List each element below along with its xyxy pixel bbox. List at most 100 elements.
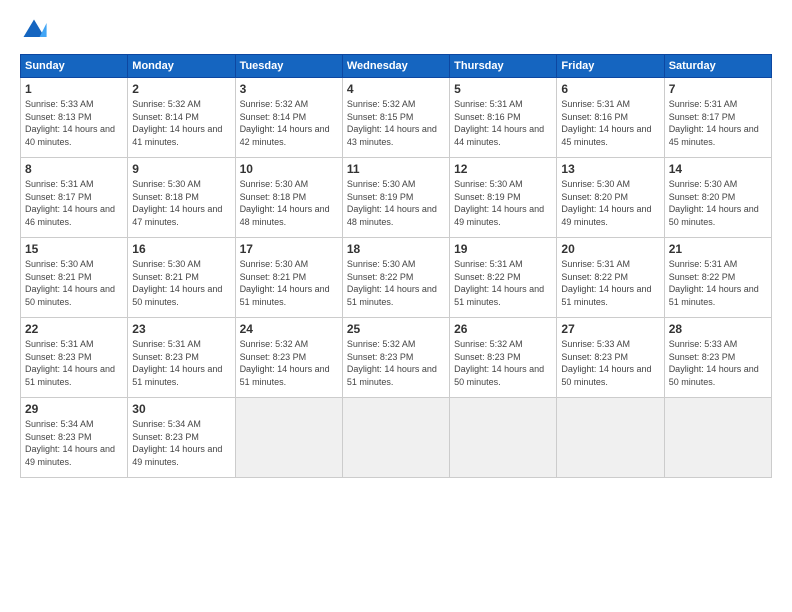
calendar-cell: 25 Sunrise: 5:32 AMSunset: 8:23 PMDayligh…	[342, 318, 449, 398]
day-info: Sunrise: 5:34 AMSunset: 8:23 PMDaylight:…	[132, 418, 230, 468]
day-number: 4	[347, 82, 445, 96]
calendar-cell: 3 Sunrise: 5:32 AMSunset: 8:14 PMDaylight…	[235, 78, 342, 158]
day-info: Sunrise: 5:31 AMSunset: 8:23 PMDaylight:…	[25, 338, 123, 388]
day-number: 19	[454, 242, 552, 256]
calendar-cell: 4 Sunrise: 5:32 AMSunset: 8:15 PMDaylight…	[342, 78, 449, 158]
day-info: Sunrise: 5:30 AMSunset: 8:19 PMDaylight:…	[347, 178, 445, 228]
day-info: Sunrise: 5:31 AMSunset: 8:22 PMDaylight:…	[561, 258, 659, 308]
weekday-header-thursday: Thursday	[450, 55, 557, 78]
weekday-header-wednesday: Wednesday	[342, 55, 449, 78]
day-number: 28	[669, 322, 767, 336]
day-info: Sunrise: 5:31 AMSunset: 8:23 PMDaylight:…	[132, 338, 230, 388]
calendar-cell: 7 Sunrise: 5:31 AMSunset: 8:17 PMDaylight…	[664, 78, 771, 158]
day-info: Sunrise: 5:32 AMSunset: 8:14 PMDaylight:…	[240, 98, 338, 148]
calendar-week-row: 22 Sunrise: 5:31 AMSunset: 8:23 PMDayligh…	[21, 318, 772, 398]
day-number: 3	[240, 82, 338, 96]
day-number: 1	[25, 82, 123, 96]
day-info: Sunrise: 5:30 AMSunset: 8:20 PMDaylight:…	[669, 178, 767, 228]
calendar-cell: 20 Sunrise: 5:31 AMSunset: 8:22 PMDayligh…	[557, 238, 664, 318]
calendar-cell: 27 Sunrise: 5:33 AMSunset: 8:23 PMDayligh…	[557, 318, 664, 398]
calendar-week-row: 1 Sunrise: 5:33 AMSunset: 8:13 PMDaylight…	[21, 78, 772, 158]
calendar-cell	[342, 398, 449, 478]
day-number: 13	[561, 162, 659, 176]
day-info: Sunrise: 5:32 AMSunset: 8:23 PMDaylight:…	[347, 338, 445, 388]
calendar-cell	[664, 398, 771, 478]
calendar-cell: 26 Sunrise: 5:32 AMSunset: 8:23 PMDayligh…	[450, 318, 557, 398]
weekday-header-saturday: Saturday	[664, 55, 771, 78]
day-number: 26	[454, 322, 552, 336]
calendar-cell: 15Sunrise: 5:30 AMSunset: 8:21 PMDayligh…	[21, 238, 128, 318]
calendar-cell: 16 Sunrise: 5:30 AMSunset: 8:21 PMDayligh…	[128, 238, 235, 318]
day-number: 22	[25, 322, 123, 336]
header	[20, 16, 772, 44]
day-number: 24	[240, 322, 338, 336]
weekday-header-tuesday: Tuesday	[235, 55, 342, 78]
day-number: 14	[669, 162, 767, 176]
calendar-cell: 10Sunrise: 5:30 AMSunset: 8:18 PMDayligh…	[235, 158, 342, 238]
day-info: Sunrise: 5:33 AMSunset: 8:23 PMDaylight:…	[561, 338, 659, 388]
weekday-header-row: SundayMondayTuesdayWednesdayThursdayFrid…	[21, 55, 772, 78]
calendar-week-row: 8Sunrise: 5:31 AMSunset: 8:17 PMDaylight…	[21, 158, 772, 238]
day-number: 6	[561, 82, 659, 96]
calendar-cell: 17 Sunrise: 5:30 AMSunset: 8:21 PMDayligh…	[235, 238, 342, 318]
calendar-cell: 6 Sunrise: 5:31 AMSunset: 8:16 PMDaylight…	[557, 78, 664, 158]
day-number: 11	[347, 162, 445, 176]
calendar-cell: 11 Sunrise: 5:30 AMSunset: 8:19 PMDayligh…	[342, 158, 449, 238]
weekday-header-sunday: Sunday	[21, 55, 128, 78]
day-number: 2	[132, 82, 230, 96]
calendar-cell: 23 Sunrise: 5:31 AMSunset: 8:23 PMDayligh…	[128, 318, 235, 398]
day-info: Sunrise: 5:31 AMSunset: 8:16 PMDaylight:…	[561, 98, 659, 148]
day-info: Sunrise: 5:30 AMSunset: 8:21 PMDaylight:…	[25, 258, 123, 308]
day-info: Sunrise: 5:31 AMSunset: 8:22 PMDaylight:…	[454, 258, 552, 308]
calendar-cell: 8Sunrise: 5:31 AMSunset: 8:17 PMDaylight…	[21, 158, 128, 238]
calendar-cell: 28 Sunrise: 5:33 AMSunset: 8:23 PMDayligh…	[664, 318, 771, 398]
calendar-cell: 13 Sunrise: 5:30 AMSunset: 8:20 PMDayligh…	[557, 158, 664, 238]
day-info: Sunrise: 5:32 AMSunset: 8:14 PMDaylight:…	[132, 98, 230, 148]
calendar-week-row: 29 Sunrise: 5:34 AMSunset: 8:23 PMDayligh…	[21, 398, 772, 478]
day-number: 18	[347, 242, 445, 256]
day-number: 23	[132, 322, 230, 336]
day-info: Sunrise: 5:30 AMSunset: 8:22 PMDaylight:…	[347, 258, 445, 308]
day-info: Sunrise: 5:31 AMSunset: 8:17 PMDaylight:…	[669, 98, 767, 148]
day-number: 8	[25, 162, 123, 176]
calendar-cell: 2 Sunrise: 5:32 AMSunset: 8:14 PMDaylight…	[128, 78, 235, 158]
calendar-body: 1 Sunrise: 5:33 AMSunset: 8:13 PMDaylight…	[21, 78, 772, 478]
calendar-cell: 21Sunrise: 5:31 AMSunset: 8:22 PMDayligh…	[664, 238, 771, 318]
calendar-header: SundayMondayTuesdayWednesdayThursdayFrid…	[21, 55, 772, 78]
day-number: 29	[25, 402, 123, 416]
weekday-header-friday: Friday	[557, 55, 664, 78]
day-number: 30	[132, 402, 230, 416]
day-info: Sunrise: 5:33 AMSunset: 8:23 PMDaylight:…	[669, 338, 767, 388]
calendar-week-row: 15Sunrise: 5:30 AMSunset: 8:21 PMDayligh…	[21, 238, 772, 318]
day-info: Sunrise: 5:32 AMSunset: 8:23 PMDaylight:…	[240, 338, 338, 388]
calendar-cell	[235, 398, 342, 478]
calendar-cell: 5 Sunrise: 5:31 AMSunset: 8:16 PMDaylight…	[450, 78, 557, 158]
day-number: 9	[132, 162, 230, 176]
day-info: Sunrise: 5:32 AMSunset: 8:23 PMDaylight:…	[454, 338, 552, 388]
day-info: Sunrise: 5:32 AMSunset: 8:15 PMDaylight:…	[347, 98, 445, 148]
day-info: Sunrise: 5:30 AMSunset: 8:21 PMDaylight:…	[132, 258, 230, 308]
day-number: 7	[669, 82, 767, 96]
day-info: Sunrise: 5:30 AMSunset: 8:20 PMDaylight:…	[561, 178, 659, 228]
day-info: Sunrise: 5:30 AMSunset: 8:18 PMDaylight:…	[132, 178, 230, 228]
logo-icon	[20, 16, 48, 44]
day-info: Sunrise: 5:31 AMSunset: 8:16 PMDaylight:…	[454, 98, 552, 148]
calendar-cell: 18 Sunrise: 5:30 AMSunset: 8:22 PMDayligh…	[342, 238, 449, 318]
day-number: 16	[132, 242, 230, 256]
calendar-cell: 22 Sunrise: 5:31 AMSunset: 8:23 PMDayligh…	[21, 318, 128, 398]
day-info: Sunrise: 5:30 AMSunset: 8:21 PMDaylight:…	[240, 258, 338, 308]
day-info: Sunrise: 5:33 AMSunset: 8:13 PMDaylight:…	[25, 98, 123, 148]
calendar-cell	[557, 398, 664, 478]
day-info: Sunrise: 5:31 AMSunset: 8:22 PMDaylight:…	[669, 258, 767, 308]
day-number: 5	[454, 82, 552, 96]
calendar-cell: 24 Sunrise: 5:32 AMSunset: 8:23 PMDayligh…	[235, 318, 342, 398]
day-number: 27	[561, 322, 659, 336]
calendar-cell: 1 Sunrise: 5:33 AMSunset: 8:13 PMDaylight…	[21, 78, 128, 158]
day-number: 20	[561, 242, 659, 256]
day-number: 17	[240, 242, 338, 256]
day-info: Sunrise: 5:30 AMSunset: 8:19 PMDaylight:…	[454, 178, 552, 228]
calendar-cell: 29Sunrise: 5:34 AMSunset: 8:23 PMDayligh…	[21, 398, 128, 478]
calendar-table: SundayMondayTuesdayWednesdayThursdayFrid…	[20, 54, 772, 478]
calendar-cell: 12Sunrise: 5:30 AMSunset: 8:19 PMDayligh…	[450, 158, 557, 238]
day-number: 25	[347, 322, 445, 336]
